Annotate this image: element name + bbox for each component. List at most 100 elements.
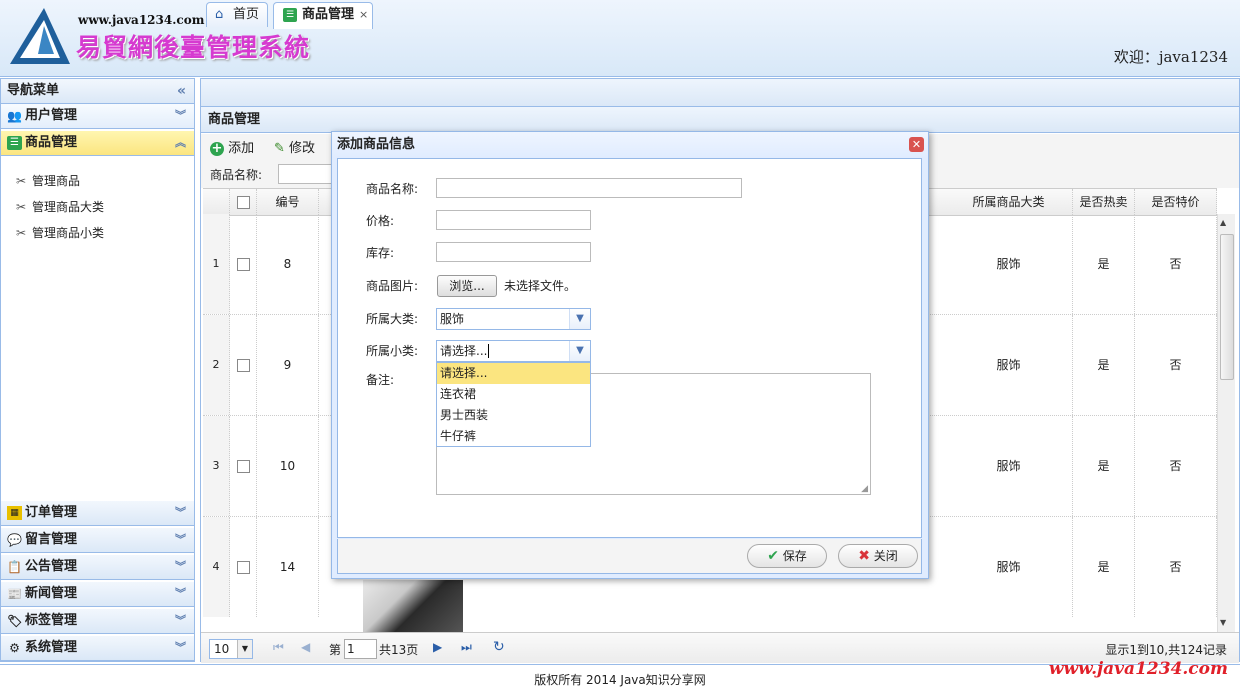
chevron-down-icon[interactable]: ▼ (569, 341, 590, 361)
close-button[interactable]: ✖ 关闭 (838, 544, 918, 568)
x-icon: ✖ (858, 548, 870, 564)
close-tab-icon[interactable]: × (359, 3, 368, 27)
dropdown-option[interactable]: 牛仔裤 (437, 426, 590, 447)
dropdown-option[interactable]: 男士西装 (437, 405, 590, 426)
nav-section-products[interactable]: ☰ 商品管理 ︽ (1, 131, 194, 156)
header-id[interactable]: 编号 (257, 189, 319, 215)
chevron-down-icon: ︾ (175, 614, 186, 627)
price-input[interactable] (436, 210, 591, 230)
smalltype-label: 所属小类: (366, 344, 419, 358)
page-size-select[interactable]: 10 ▼ (209, 639, 253, 659)
row-checkbox[interactable] (236, 359, 250, 372)
header-select-all[interactable] (230, 189, 257, 215)
bigtype-select[interactable]: 服饰 ▼ (436, 308, 591, 330)
order-icon: ▦ (7, 506, 22, 520)
select-all-checkbox[interactable] (236, 196, 250, 209)
scroll-up-icon[interactable]: ▲ (1220, 218, 1226, 227)
row-checkbox[interactable] (236, 258, 250, 271)
chevron-down-icon[interactable]: ▼ (569, 309, 590, 329)
cell-id: 8 (257, 214, 319, 314)
nav-item-label: 管理商品 (32, 174, 81, 188)
chevron-down-icon: ▼ (237, 640, 252, 658)
close-icon[interactable]: ✕ (909, 137, 924, 152)
nav-section-label: 公告管理 (25, 559, 78, 574)
grid-scrollbar[interactable]: ▲ ▼ (1217, 214, 1235, 632)
collapse-nav-icon[interactable]: « (177, 79, 186, 103)
stock-input[interactable] (436, 242, 591, 262)
chevron-down-icon: ︾ (175, 587, 186, 600)
save-button[interactable]: ✔ 保存 (747, 544, 827, 568)
notice-icon: 📋 (7, 560, 22, 574)
refresh-icon[interactable]: ↻ (493, 639, 505, 655)
dropdown-option[interactable]: 连衣裙 (437, 384, 590, 405)
edit-button[interactable]: ✎ 修改 (274, 140, 315, 158)
search-input[interactable] (278, 164, 338, 184)
welcome-text: 欢迎：java1234 (1113, 48, 1228, 66)
scroll-thumb[interactable] (1220, 234, 1234, 380)
chevron-down-icon: ︾ (175, 533, 186, 546)
nav-section-orders[interactable]: ▦ 订单管理 ︾ (1, 501, 194, 526)
row-checkbox-cell[interactable] (230, 315, 257, 415)
nav-item-manage-products[interactable]: ✂ 管理商品 (16, 171, 80, 191)
cell-hot: 是 (1073, 517, 1135, 617)
nav-section-messages[interactable]: 💬 留言管理 ︾ (1, 528, 194, 553)
nav-item-manage-smalltypes[interactable]: ✂ 管理商品小类 (16, 223, 104, 243)
smalltype-dropdown: 请选择... 连衣裙 男士西装 牛仔裤 (436, 362, 591, 447)
nav-section-tags[interactable]: 🏷 标签管理 ︾ (1, 609, 194, 634)
close-label: 关闭 (873, 549, 898, 563)
product-name-input[interactable] (436, 178, 742, 198)
dialog-title: 添加商品信息 ✕ (332, 132, 928, 158)
bigtype-label: 所属大类: (366, 312, 419, 326)
last-page-icon[interactable]: ⏭ (461, 640, 472, 655)
nav-section-label: 订单管理 (25, 505, 78, 520)
page-number-input[interactable]: 1 (344, 639, 377, 659)
prev-page-icon[interactable]: ◀ (301, 640, 310, 654)
row-checkbox[interactable] (236, 561, 250, 574)
nav-section-users[interactable]: 👥 用户管理 ︾ (1, 104, 194, 129)
header-hot[interactable]: 是否热卖 (1073, 189, 1135, 215)
nav-section-news[interactable]: 📰 新闻管理 ︾ (1, 582, 194, 607)
header-category[interactable]: 所属商品大类 (945, 189, 1073, 215)
next-page-icon[interactable]: ▶ (433, 640, 442, 654)
nav-section-notices[interactable]: 📋 公告管理 ︾ (1, 555, 194, 580)
tab-label: 首页 (233, 7, 260, 22)
nav-section-label: 留言管理 (25, 532, 78, 547)
chevron-up-icon: ︽ (175, 136, 186, 149)
app-header: www.java1234.com 易貿網後臺管理系統 欢迎：java1234 (0, 0, 1240, 77)
first-page-icon[interactable]: ⏮ (273, 640, 284, 655)
row-checkbox-cell[interactable] (230, 416, 257, 516)
chevron-down-icon: ︾ (175, 641, 186, 654)
cell-category: 服饰 (945, 214, 1073, 314)
stock-label: 库存: (366, 246, 395, 260)
nav-item-manage-bigtypes[interactable]: ✂ 管理商品大类 (16, 197, 104, 217)
cell-id: 10 (257, 416, 319, 516)
panel-title: 商品管理 (201, 107, 1239, 133)
tab-products[interactable]: ☰ 商品管理 × (273, 2, 373, 29)
scroll-down-icon[interactable]: ▼ (1220, 618, 1226, 627)
save-label: 保存 (782, 549, 807, 563)
row-checkbox-cell[interactable] (230, 214, 257, 314)
browse-button[interactable]: 浏览... (437, 275, 497, 297)
list-icon: ☰ (7, 136, 22, 150)
row-checkbox[interactable] (236, 460, 250, 473)
add-button[interactable]: + 添加 (210, 140, 254, 158)
pencil-icon: ✎ (274, 141, 285, 156)
smalltype-select[interactable]: 请选择... ▼ (436, 340, 591, 362)
nav-section-label: 新闻管理 (25, 586, 78, 601)
header-rownum (203, 189, 230, 215)
tools-icon: ✂ (16, 174, 27, 188)
resize-grip-icon[interactable]: ◢ (861, 484, 868, 494)
site-url: www.java1234.com (78, 13, 205, 27)
dropdown-option[interactable]: 请选择... (437, 363, 590, 384)
header-special[interactable]: 是否特价 (1135, 189, 1217, 215)
nav-title-label: 导航菜单 (7, 83, 60, 98)
nav-item-label: 管理商品小类 (32, 226, 105, 240)
tab-home[interactable]: ⌂ 首页 (206, 2, 268, 27)
nav-section-system[interactable]: ⚙ 系统管理 ︾ (1, 636, 194, 661)
page-size-value: 10 (214, 642, 230, 656)
price-label: 价格: (366, 214, 395, 228)
nav-section-label: 用户管理 (25, 108, 78, 123)
row-checkbox-cell[interactable] (230, 517, 257, 617)
cell-hot: 是 (1073, 416, 1135, 516)
nav-item-label: 管理商品大类 (32, 200, 105, 214)
